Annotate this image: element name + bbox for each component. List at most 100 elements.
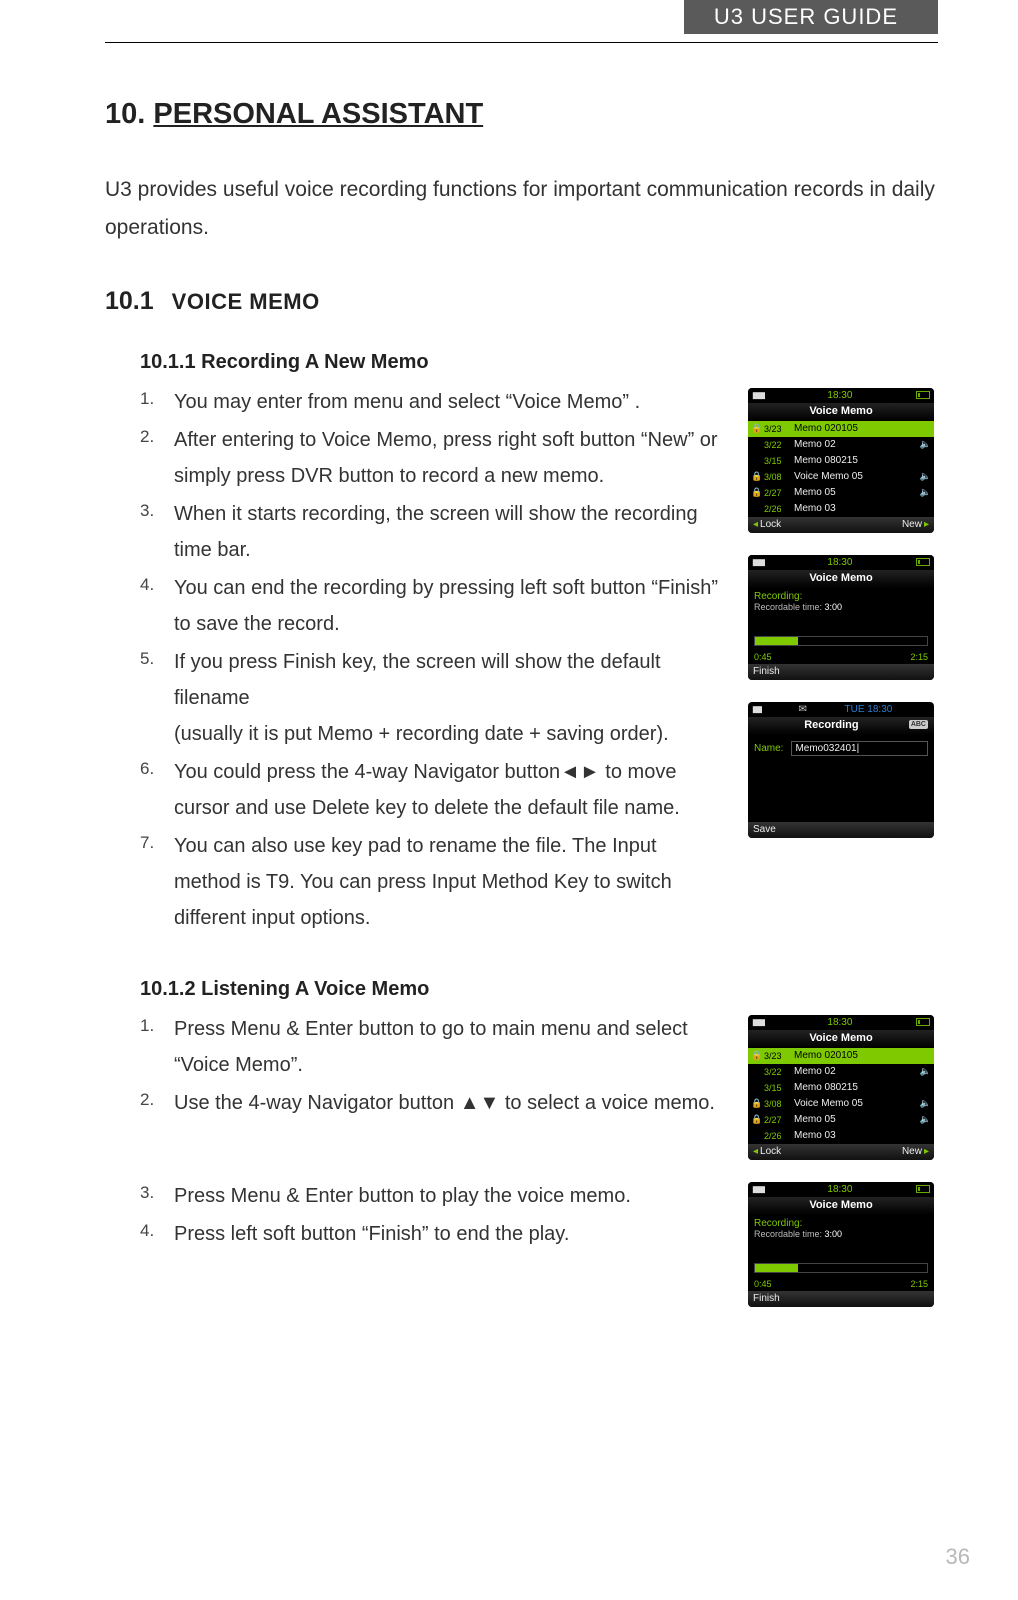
recordable-time: Recordable time: 3:00 [748, 1229, 934, 1247]
input-mode-badge: ABC [909, 720, 928, 729]
header-rule [105, 42, 938, 43]
softkey-right[interactable]: New [902, 519, 929, 530]
lock-icon: 🔒 [751, 471, 760, 482]
phone-title: Voice Memo [748, 1030, 934, 1048]
steps-list-10-1-1: You may enter from menu and select “Voic… [140, 384, 723, 936]
memo-name: Voice Memo 05 [794, 1098, 916, 1109]
memo-row[interactable]: 🔒3/23Memo 020105 [748, 421, 934, 437]
envelope-icon: ✉ [799, 704, 807, 715]
status-time: TUE 18:30 [845, 704, 893, 715]
lock-icon: 🔒 [751, 487, 760, 498]
phone-mock-voice-memo-list: ▮▮▮▮ 18:30 Voice Memo 🔒3/23Memo 0201053/… [748, 388, 934, 533]
lock-icon: 🔒 [751, 423, 760, 434]
memo-row[interactable]: 🔒3/23Memo 020105 [748, 1048, 934, 1064]
memo-date: 2/26 [764, 1131, 790, 1141]
lock-icon: 🔒 [751, 1050, 760, 1061]
memo-date: 2/27 [764, 1115, 790, 1125]
recording-label: Recording: [748, 588, 934, 602]
signal-icon: ▮▮▮▮ [752, 1017, 764, 1028]
memo-date: 3/15 [764, 1083, 790, 1093]
remain-time: 2:15 [910, 1279, 928, 1289]
memo-name: Memo 02 [794, 439, 916, 450]
step: After entering to Voice Memo, press righ… [140, 422, 723, 494]
memo-row[interactable]: 3/15Memo 080215 [748, 1080, 934, 1096]
battery-icon [916, 558, 930, 566]
memo-row[interactable]: 3/22Memo 02🔈 [748, 1064, 934, 1080]
memo-name: Memo 05 [794, 1114, 916, 1125]
progress-bar [754, 1263, 928, 1273]
lock-icon: 🔒 [751, 1114, 760, 1125]
heading-10-1-1: 10.1.1 Recording A New Memo [140, 351, 938, 374]
phone-mock-voice-memo-list: ▮▮▮▮ 18:30 Voice Memo 🔒3/23Memo 0201053/… [748, 1015, 934, 1160]
signal-icon: ▮▮▮▮ [752, 557, 764, 568]
remain-time: 2:15 [910, 652, 928, 662]
step: If you press Finish key, the screen will… [140, 644, 723, 752]
recordable-time: Recordable time: 3:00 [748, 602, 934, 620]
battery-icon [916, 391, 930, 399]
memo-row[interactable]: 🔒3/08Voice Memo 05🔈 [748, 469, 934, 485]
memo-row[interactable]: 3/15Memo 080215 [748, 453, 934, 469]
section-heading-10: 10. PERSONAL ASSISTANT [105, 98, 938, 131]
step: Press Menu & Enter button to play the vo… [140, 1178, 723, 1214]
softkey-left[interactable]: Finish [753, 666, 780, 677]
signal-icon: ▮▮▮▮ [752, 390, 764, 401]
status-time: 18:30 [827, 557, 852, 568]
memo-row[interactable]: 🔒2/27Memo 05🔈 [748, 1112, 934, 1128]
step: You could press the 4-way Navigator butt… [140, 754, 723, 826]
progress-bar [754, 636, 928, 646]
step: When it starts recording, the screen wil… [140, 496, 723, 568]
phone-mock-recording: ▮▮▮▮ 18:30 Voice Memo Recording: Recorda… [748, 555, 934, 680]
step: Press left soft button “Finish” to end t… [140, 1216, 723, 1252]
steps-list-10-1-2a: Press Menu & Enter button to go to main … [140, 1011, 723, 1121]
signal-icon: ▮▮▮ [752, 704, 761, 715]
memo-row[interactable]: 🔒 3/08 Voice Memo 05 🔈 [748, 1096, 934, 1112]
status-time: 18:30 [827, 1017, 852, 1028]
page-number: 36 [946, 1544, 970, 1570]
elapsed-time: 0:45 [754, 1279, 772, 1289]
battery-icon [916, 1018, 930, 1026]
softkey-left[interactable]: Save [753, 824, 776, 835]
recording-label: Recording: [748, 1215, 934, 1229]
softkey-left[interactable]: Finish [753, 1293, 780, 1304]
speaker-icon: 🔈 [920, 1098, 931, 1109]
phone-mock-naming: ▮▮▮ ✉ TUE 18:30 Recording ABC Name: Memo… [748, 702, 934, 838]
memo-row[interactable]: 🔒2/27Memo 05🔈 [748, 485, 934, 501]
h1-text: PERSONAL ASSISTANT [153, 98, 483, 130]
memo-date: 3/08 [764, 472, 790, 482]
memo-date: 3/22 [764, 1067, 790, 1077]
phone-title: Voice Memo [748, 1197, 934, 1215]
phone-title: Voice Memo [748, 570, 934, 588]
memo-row[interactable]: 2/26 Memo 03 [748, 1128, 934, 1144]
step-subtext: (usually it is put Memo + recording date… [174, 716, 723, 752]
name-label: Name: [754, 743, 783, 754]
memo-date: 3/08 [764, 1099, 790, 1109]
lock-icon: 🔒 [751, 1098, 760, 1109]
signal-icon: ▮▮▮▮ [752, 1184, 764, 1195]
memo-date: 3/15 [764, 456, 790, 466]
phone-title: Recording [804, 719, 858, 731]
steps-list-10-1-2b: Press Menu & Enter button to play the vo… [140, 1178, 723, 1252]
step: You can end the recording by pressing le… [140, 570, 723, 642]
step: Press Menu & Enter button to go to main … [140, 1011, 723, 1083]
status-time: 18:30 [827, 1184, 852, 1195]
memo-date: 2/26 [764, 504, 790, 514]
filename-input[interactable]: Memo032401| [791, 741, 928, 756]
step: Use the 4-way Navigator button ▲▼ to sel… [140, 1085, 723, 1121]
memo-row[interactable]: 3/22Memo 02🔈 [748, 437, 934, 453]
softkey-right[interactable]: New [902, 1146, 929, 1157]
h1-number: 10. [105, 98, 145, 130]
h2-text: VOICE MEMO [172, 289, 320, 315]
memo-name: Memo 020105 [794, 423, 927, 434]
phone-mock-recording: ▮▮▮▮ 18:30 Voice Memo Recording: Recorda… [748, 1182, 934, 1307]
heading-10-1-2: 10.1.2 Listening A Voice Memo [140, 978, 938, 1001]
softkey-left[interactable]: Lock [753, 1146, 781, 1157]
rectime-value: 3:00 [825, 1229, 843, 1239]
memo-name: Memo 05 [794, 487, 916, 498]
speaker-icon: 🔈 [920, 487, 931, 498]
softkey-left[interactable]: Lock [753, 519, 781, 530]
battery-icon [916, 1185, 930, 1193]
memo-date: 3/22 [764, 440, 790, 450]
status-time: 18:30 [827, 390, 852, 401]
memo-row[interactable]: 2/26Memo 03 [748, 501, 934, 517]
memo-name: Memo 03 [794, 1130, 927, 1141]
